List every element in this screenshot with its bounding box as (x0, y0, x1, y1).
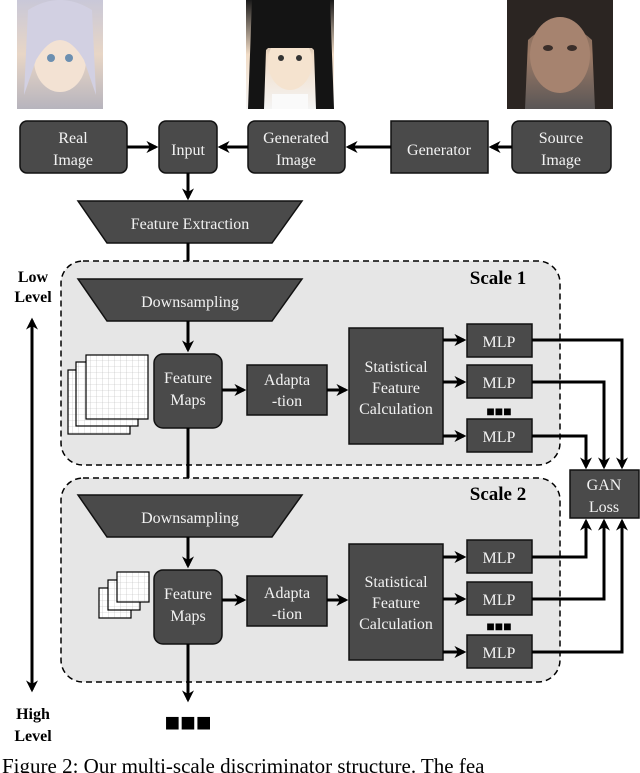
scale-2-feature-maps-label: Feature (164, 586, 212, 603)
discriminator-diagram: Real Image Input Generated Image Generat… (2, 0, 640, 773)
scale-1-adaptation-label: Adapta (264, 372, 310, 389)
feature-extraction-block: Feature Extraction (76, 200, 304, 244)
scale-2-feature-maps-label-2: Maps (170, 608, 206, 625)
scale-1-statistical-label-2: Feature (372, 380, 420, 397)
high-level-label: High (16, 706, 50, 723)
figure-caption: Figure 2: Our multi-scale discriminator … (2, 754, 485, 773)
scale-1-feature-map-stack-icon (67, 354, 149, 435)
scale-2-mlp-1-label: MLP (483, 550, 516, 567)
generated-image-thumbnail (246, 0, 334, 109)
input-label: Input (171, 142, 205, 159)
scale-1-statistical-label-3: Calculation (359, 401, 433, 418)
scale-1-feature-maps (153, 353, 223, 429)
scale-2-mlp-3-label: MLP (483, 645, 516, 662)
generated-image-label-2: Image (276, 152, 316, 169)
scale-1-mlp-1-label: MLP (483, 334, 516, 351)
source-image-thumbnail (507, 0, 613, 109)
scale-1-feature-maps-label-2: Maps (170, 392, 206, 409)
scale-1-adaptation-label-2: -tion (272, 393, 302, 410)
scale-2-statistical-label: Statistical (364, 574, 428, 591)
scale-2-statistical-label-2: Feature (372, 595, 420, 612)
scale-2-title: Scale 2 (470, 484, 526, 505)
real-image-box: Real Image (19, 120, 128, 174)
input-box: Input (158, 120, 218, 174)
gan-loss-label: GAN (587, 477, 622, 494)
source-image-box: Source Image (511, 120, 612, 174)
source-image-label: Source (539, 130, 583, 147)
real-image-thumbnail (17, 0, 103, 109)
real-image-label-2: Image (53, 152, 93, 169)
scale-1-mlp-2-label: MLP (483, 375, 516, 392)
scale-2-statistical-label-3: Calculation (359, 616, 433, 633)
scale-2-adaptation-label-2: -tion (272, 606, 302, 623)
generated-image-box: Generated Image (247, 120, 346, 174)
low-level-label-2: Level (14, 289, 52, 306)
generated-image-label: Generated (263, 130, 329, 147)
scale-2-adaptation-label: Adapta (264, 585, 310, 602)
source-image-label-2: Image (541, 152, 581, 169)
scale-2-region: Scale 2 Downsampling Feature Maps Adapta… (60, 477, 561, 683)
generator-box: Generator (390, 120, 489, 174)
scale-1-statistical-label: Statistical (364, 359, 428, 376)
gan-loss-label-2: Loss (589, 499, 619, 516)
scale-2-mlp-ellipsis: ■■■ (486, 620, 511, 635)
gan-loss-box: GAN Loss (569, 469, 640, 519)
feature-extraction-label: Feature Extraction (131, 216, 250, 233)
real-image-label: Real (58, 130, 88, 147)
scale-1-mlp-ellipsis: ■■■ (486, 405, 511, 420)
scale-1-title: Scale 1 (470, 268, 526, 289)
scale-2-feature-maps (153, 569, 223, 645)
high-level-label-2: Level (14, 728, 52, 745)
scale-1-downsampling-label: Downsampling (141, 294, 239, 311)
scale-1-mlp-3-label: MLP (483, 429, 516, 446)
scale-1-feature-maps-label: Feature (164, 370, 212, 387)
more-scales-ellipsis: ■■■ (164, 708, 211, 737)
scale-1-region: Scale 1 Downsampling Feature Maps Adapta… (60, 260, 561, 466)
scale-2-downsampling-label: Downsampling (141, 510, 239, 527)
scale-2-mlp-2-label: MLP (483, 592, 516, 609)
generator-label: Generator (407, 142, 472, 159)
low-level-label: Low (18, 269, 49, 286)
